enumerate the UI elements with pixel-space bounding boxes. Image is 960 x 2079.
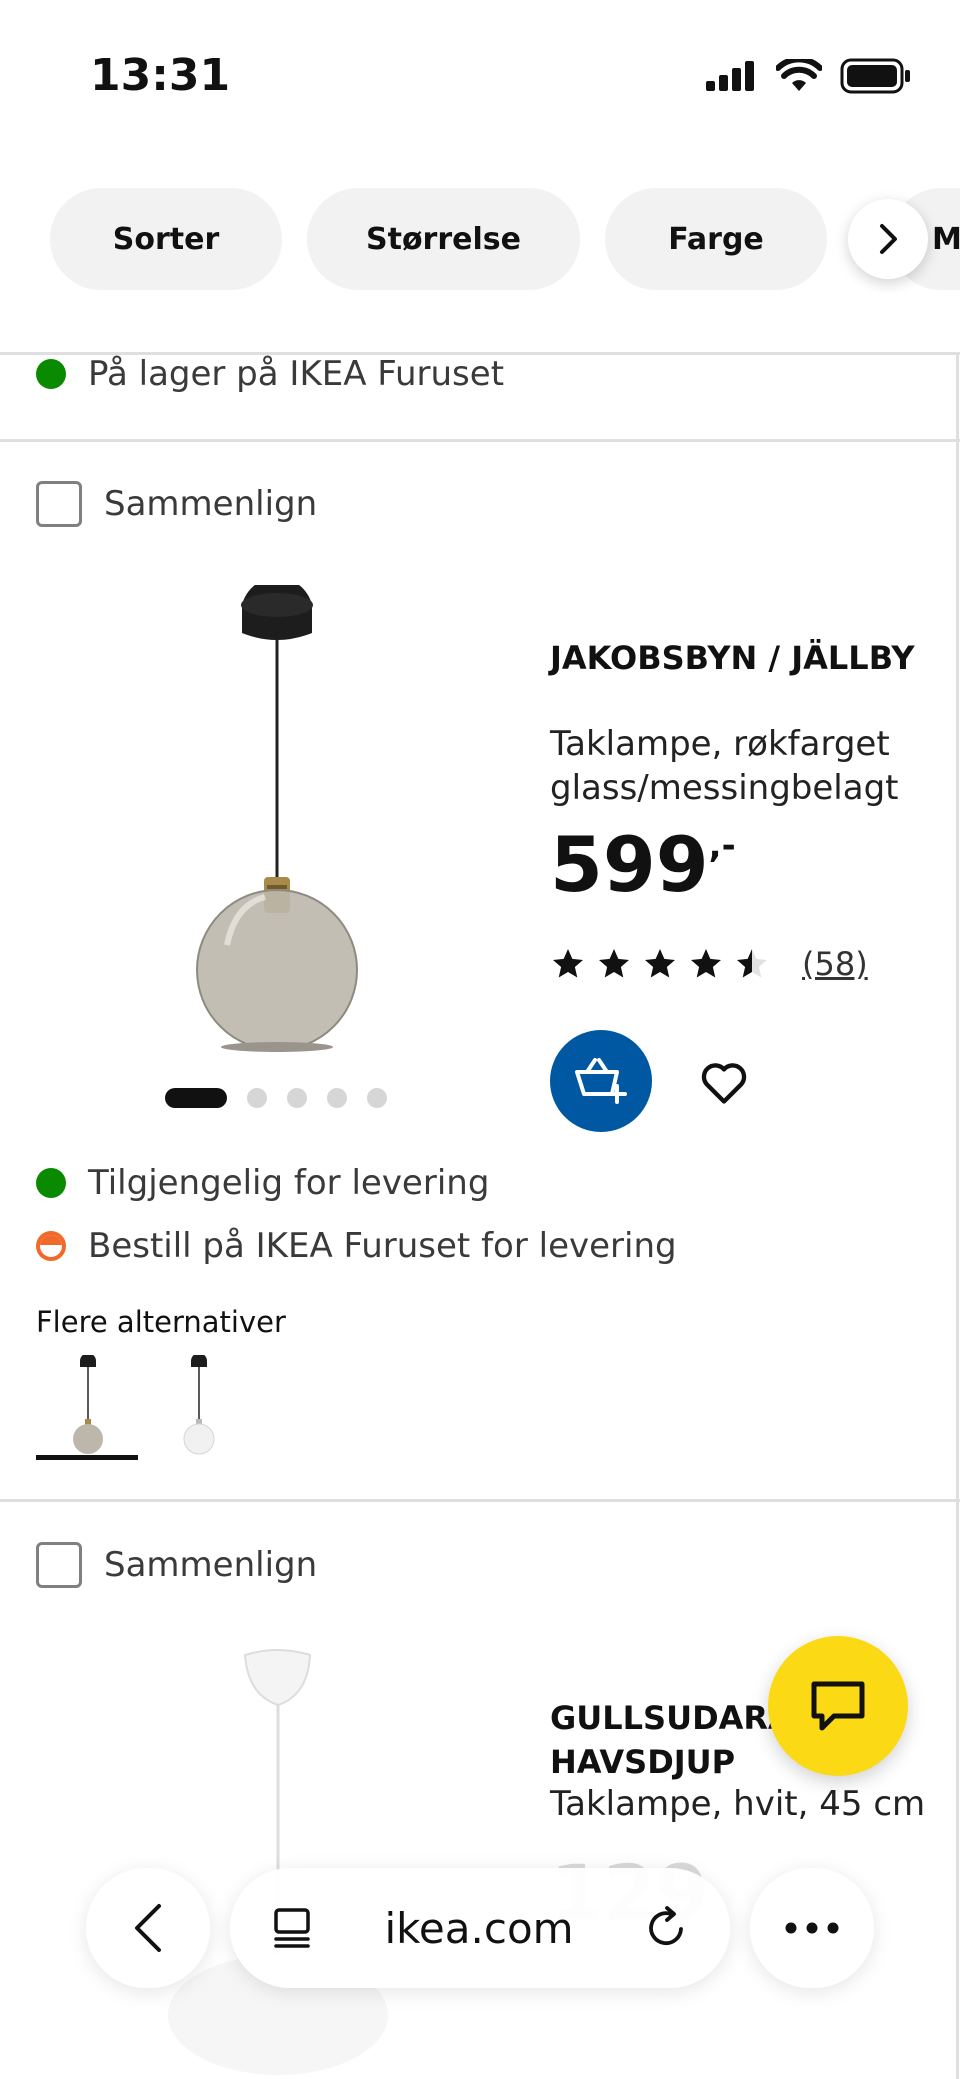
carousel-dot[interactable] [247, 1088, 267, 1108]
partial-availability-dot [36, 1231, 66, 1261]
star-full-icon [691, 949, 721, 978]
product-rating[interactable]: (58) [550, 945, 868, 983]
variant-thumbnail-smoked[interactable] [36, 1355, 140, 1455]
divider [956, 439, 959, 1499]
star-half-icon [737, 949, 767, 978]
availability-text: Tilgjengelig for levering [88, 1163, 490, 1203]
available-dot [36, 1168, 66, 1198]
filter-bar: Sorter Størrelse Farge Ma [0, 188, 960, 293]
favorite-heart-icon[interactable] [698, 1056, 750, 1108]
carousel-dot[interactable] [367, 1088, 387, 1108]
image-carousel-indicator [165, 1088, 387, 1108]
product-description: Taklampe, røkfarget glass/messingbelagt [550, 724, 899, 808]
more-options-button[interactable] [750, 1868, 874, 1988]
status-icons [706, 58, 912, 94]
more-dots-icon [785, 1922, 839, 1934]
price-value: 599 [550, 820, 709, 909]
status-time: 13:31 [90, 50, 231, 101]
star-full-icon [645, 949, 675, 978]
compare-checkbox[interactable] [36, 1542, 82, 1588]
chevron-left-icon [135, 1904, 161, 1952]
price-suffix: ,- [708, 826, 736, 866]
reload-icon[interactable] [644, 1905, 690, 1951]
color-chip[interactable]: Farge [605, 188, 827, 290]
product-description: Taklampe, hvit, 45 cm [550, 1784, 926, 1824]
wifi-icon [776, 59, 822, 91]
star-full-icon [599, 949, 629, 978]
back-button[interactable] [86, 1868, 210, 1988]
store-availability: Bestill på IKEA Furuset for levering [36, 1226, 677, 1266]
add-to-cart-button[interactable] [550, 1030, 652, 1132]
compare-checkbox-row[interactable]: Sammenlign [36, 1542, 317, 1588]
scroll-filters-next-button[interactable] [848, 199, 928, 279]
browser-toolbar: ikea.com [0, 1858, 960, 2008]
review-count[interactable]: (58) [802, 945, 868, 983]
cellular-signal-icon [706, 61, 754, 91]
carousel-dot[interactable] [287, 1088, 307, 1108]
add-to-cart-icon [575, 1058, 627, 1104]
in-stock-dot [36, 359, 66, 389]
divider [956, 352, 959, 442]
divider [0, 439, 960, 442]
availability-text: På lager på IKEA Furuset [88, 354, 505, 394]
status-bar: 13:31 [0, 0, 960, 150]
divider [0, 1499, 960, 1502]
url-text[interactable]: ikea.com [384, 1904, 573, 1953]
more-options-label: Flere alternativer [36, 1305, 286, 1339]
compare-checkbox[interactable] [36, 481, 82, 527]
delivery-availability: Tilgjengelig for levering [36, 1163, 489, 1203]
variant-thumbnail-white[interactable] [147, 1355, 251, 1455]
carousel-dot-active[interactable] [165, 1088, 227, 1108]
compare-label: Sammenlign [104, 484, 318, 524]
star-full-icon [553, 949, 583, 978]
previous-product-availability: På lager på IKEA Furuset [36, 354, 504, 394]
product-image[interactable] [175, 585, 515, 1060]
sort-chip[interactable]: Sorter [50, 188, 282, 290]
size-chip[interactable]: Størrelse [307, 188, 580, 290]
selected-variant-indicator [36, 1455, 138, 1460]
battery-icon [840, 58, 910, 94]
compare-label: Sammenlign [104, 1545, 318, 1585]
chat-bubble-icon [811, 1681, 865, 1731]
compare-checkbox-row[interactable]: Sammenlign [36, 481, 317, 527]
chevron-right-icon [880, 224, 897, 254]
product-name[interactable]: JAKOBSBYN / JÄLLBY [550, 636, 930, 680]
carousel-dot[interactable] [327, 1088, 347, 1108]
tabs-icon[interactable] [270, 1906, 314, 1950]
chat-button[interactable] [768, 1636, 908, 1776]
address-bar[interactable]: ikea.com [230, 1868, 730, 1988]
availability-text: Bestill på IKEA Furuset for levering [88, 1226, 677, 1266]
product-price: 599 ,- [550, 820, 736, 909]
